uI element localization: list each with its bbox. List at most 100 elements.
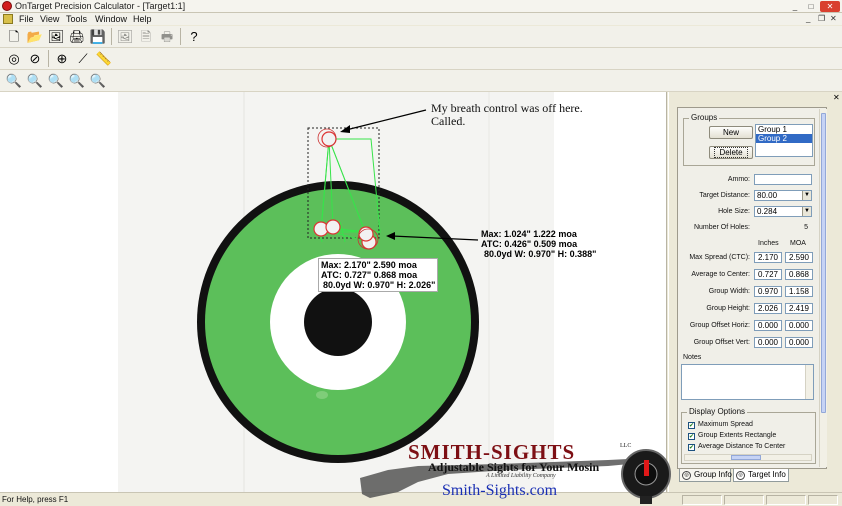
print-preview-button[interactable]: 🗎 xyxy=(136,27,156,46)
stat-moa-field[interactable]: 0.000 xyxy=(785,320,813,331)
option-maximum-spread[interactable]: ✔ Maximum Spread xyxy=(688,420,753,429)
zoom-actual-icon: 🔍 xyxy=(89,73,107,88)
panel-close-button[interactable]: ✕ xyxy=(833,93,840,102)
status-pane xyxy=(766,495,806,505)
group-list-item-selected[interactable]: Group 2 xyxy=(756,134,812,143)
group1-dimensions-line: 80.0yd W: 0.970" H: 0.388" xyxy=(484,249,597,259)
notes-scrollbar[interactable] xyxy=(805,365,813,399)
mdi-restore-button[interactable]: ❐ xyxy=(818,14,825,23)
stat-moa-field[interactable]: 0.868 xyxy=(785,269,813,280)
chevron-down-icon[interactable]: ▼ xyxy=(802,191,811,200)
toolbar-separator xyxy=(180,28,181,45)
smith-sights-logo: SMITH-SIGHTS LLC Adjustable Sights for Y… xyxy=(358,440,678,506)
zoom-out-button[interactable]: 🔍 xyxy=(46,71,66,90)
notes-textarea[interactable] xyxy=(681,364,814,400)
stat-inches-field[interactable]: 0.727 xyxy=(754,269,782,280)
scan-button[interactable]: 🖨 xyxy=(67,27,87,46)
target-drawing xyxy=(197,92,490,492)
stat-label: Group Height: xyxy=(706,305,750,312)
ruler-icon: 📏 xyxy=(95,51,113,66)
zoom-window-icon: 🔍 xyxy=(5,73,23,88)
toolbar-zoom: 🔍 🔍 🔍 🔍 🔍 xyxy=(0,70,842,92)
ruler-button[interactable]: 📏 xyxy=(94,49,114,68)
measure-tool-button[interactable]: ◎ xyxy=(4,49,24,68)
print-preview-icon: 🗎 xyxy=(140,29,152,44)
menu-tools[interactable]: Tools xyxy=(66,14,87,24)
stat-label: Group Width: xyxy=(708,288,750,295)
menu-window[interactable]: Window xyxy=(95,14,127,24)
checkbox-checked-icon[interactable]: ✔ xyxy=(688,433,695,440)
zoom-fit-icon: 🔍 xyxy=(68,73,86,88)
print-button[interactable]: 🖶 xyxy=(157,27,177,46)
stat-inches-field[interactable]: 0.000 xyxy=(754,320,782,331)
stat-label: Max Spread (CTC): xyxy=(689,254,750,261)
target-distance-label: Target Distance: xyxy=(699,192,750,199)
save-button[interactable]: 💾 xyxy=(88,27,108,46)
export-image-button[interactable]: 🖼 xyxy=(115,27,135,46)
zoom-fit-button[interactable]: 🔍 xyxy=(67,71,87,90)
target-canvas[interactable]: My breath control was off here. Called. M… xyxy=(0,92,667,492)
menu-help[interactable]: Help xyxy=(133,14,152,24)
new-button[interactable]: 🗋 xyxy=(4,27,24,46)
stat-inches-field[interactable]: 0.970 xyxy=(754,286,782,297)
zoom-window-button[interactable]: 🔍 xyxy=(4,71,24,90)
stat-moa-field[interactable]: 2.590 xyxy=(785,252,813,263)
menu-file[interactable]: File xyxy=(19,14,34,24)
rotate-tool-icon: ⊘ xyxy=(29,51,41,66)
mdi-close-button[interactable]: ✕ xyxy=(830,14,837,23)
logo-subtitle: A Limited Liability Company xyxy=(486,473,556,479)
options-hscroll-thumb[interactable] xyxy=(731,455,761,460)
target-annotation: My breath control was off here. Called. xyxy=(431,102,583,128)
open-image-button[interactable]: 🖼 xyxy=(46,27,66,46)
menu-bar: File View Tools Window Help _ ❐ ✕ xyxy=(0,13,842,25)
print-icon: 🖶 xyxy=(160,29,174,44)
zoom-actual-button[interactable]: 🔍 xyxy=(88,71,108,90)
group-info-panel: ✕ Groups New Delete Group 1 Group 2 Ammo… xyxy=(668,92,842,492)
panel-scroll-thumb[interactable] xyxy=(821,113,826,413)
zoom-in-button[interactable]: 🔍 xyxy=(25,71,45,90)
mdi-minimize-button[interactable]: _ xyxy=(806,14,810,23)
open-image-icon: 🖼 xyxy=(47,29,65,44)
delete-group-button[interactable]: Delete xyxy=(709,146,753,159)
stat-label: Group Offset Horiz: xyxy=(689,322,750,329)
target-distance-combo[interactable]: 80.00 ▼ xyxy=(754,190,812,201)
line-tool-icon: ⟋ xyxy=(78,51,88,66)
help-button[interactable]: ? xyxy=(184,27,204,46)
group-list[interactable]: Group 1 Group 2 xyxy=(755,124,813,157)
hole-size-combo[interactable]: 0.284 ▼ xyxy=(754,206,812,217)
document-icon[interactable] xyxy=(3,14,13,24)
tab-target-info[interactable]: ◎ Target Info xyxy=(733,469,789,482)
menu-view[interactable]: View xyxy=(40,14,59,24)
group-list-item[interactable]: Group 1 xyxy=(756,125,812,134)
new-group-button[interactable]: New xyxy=(709,126,753,139)
stat-moa-field[interactable]: 2.419 xyxy=(785,303,813,314)
checkbox-checked-icon[interactable]: ✔ xyxy=(688,444,695,451)
target-bullseye xyxy=(304,288,372,356)
stat-inches-field[interactable]: 2.026 xyxy=(754,303,782,314)
toolbar-file: 🗋 📂 🖼 🖨 💾 🖼 🗎 🖶? xyxy=(0,26,842,48)
chevron-down-icon[interactable]: ▼ xyxy=(802,207,811,216)
maximize-button[interactable]: □ xyxy=(804,1,818,12)
tab-group-info[interactable]: ◎ Group Info xyxy=(679,469,732,482)
stat-inches-field[interactable]: 2.170 xyxy=(754,252,782,263)
ammo-label: Ammo: xyxy=(727,176,750,183)
option-group-extents-rectangle[interactable]: ✔ Group Extents Rectangle xyxy=(688,431,776,440)
stat-moa-field[interactable]: 0.000 xyxy=(785,337,813,348)
panel-scrollbar[interactable] xyxy=(819,109,827,467)
group1-max-line: Max: 1.024" 1.222 moa xyxy=(481,229,577,239)
minimize-button[interactable]: _ xyxy=(788,1,802,12)
ammo-field[interactable] xyxy=(754,174,812,185)
crosshair-button[interactable]: ⊕ xyxy=(52,49,72,68)
option-average-distance-to-center[interactable]: ✔ Average Distance To Center xyxy=(688,442,785,451)
display-options-box: Display Options ✔ Maximum Spread ✔ Group E… xyxy=(681,407,816,464)
stat-inches-field[interactable]: 0.000 xyxy=(754,337,782,348)
crosshair-icon: ⊕ xyxy=(56,51,68,66)
stat-moa-field[interactable]: 1.158 xyxy=(785,286,813,297)
scan-icon: 🖨 xyxy=(68,29,86,44)
line-tool-button[interactable]: ⟋ xyxy=(73,49,93,68)
checkbox-checked-icon[interactable]: ✔ xyxy=(688,422,695,429)
open-button[interactable]: 📂 xyxy=(25,27,45,46)
rotate-tool-button[interactable]: ⊘ xyxy=(25,49,45,68)
options-hscrollbar[interactable] xyxy=(684,454,812,461)
close-button[interactable]: ✕ xyxy=(820,1,840,12)
